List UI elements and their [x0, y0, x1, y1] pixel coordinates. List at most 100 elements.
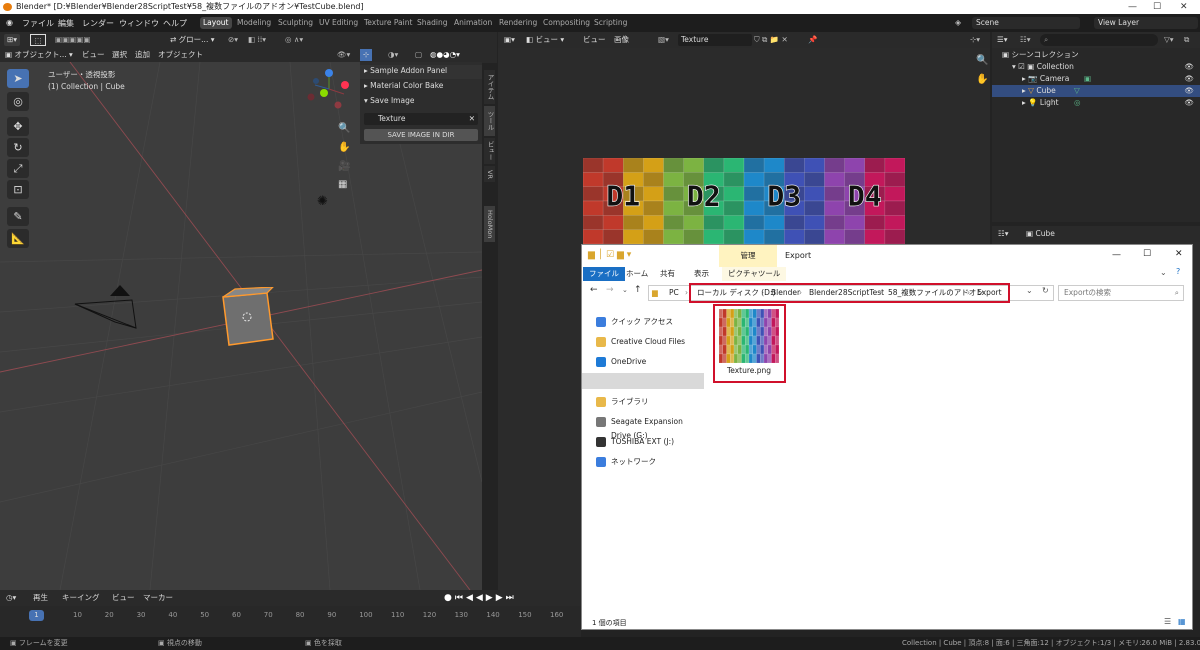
cube-object[interactable] — [215, 287, 280, 352]
help-icon[interactable]: ? — [1176, 267, 1180, 276]
scene-collection-row[interactable]: ▣ シーンコレクション — [992, 49, 1200, 61]
panel-sample-addon[interactable]: ▸ Sample Addon Panel — [364, 66, 447, 75]
menu-help[interactable]: ヘルプ — [163, 18, 187, 29]
rotate-tool-icon[interactable]: ↻ — [7, 138, 29, 157]
transform-orientation-dropdown[interactable]: ⇄ グロー... ▾ — [170, 34, 214, 46]
cursor-tool-icon[interactable]: ◎ — [7, 92, 29, 111]
move-tool-icon[interactable]: ✥ — [7, 117, 29, 136]
tab-uv-editing[interactable]: UV Editing — [316, 17, 361, 29]
explorer-close-button[interactable]: ✕ — [1175, 249, 1183, 259]
proportional-edit-icon[interactable]: ◎ ∧▾ — [285, 34, 303, 46]
ribbon-expand-icon[interactable]: ⌄ — [1160, 268, 1167, 277]
transform-tool-icon[interactable]: ⊡ — [7, 180, 29, 199]
menu-add[interactable]: 追加 — [135, 49, 150, 61]
zoom-icon[interactable]: 🔍 — [976, 55, 988, 66]
outliner-search-input[interactable]: ⌕ — [1040, 34, 1158, 46]
blender-menu-icon[interactable]: ◉ — [6, 18, 13, 27]
measure-tool-icon[interactable]: 📐 — [7, 229, 29, 248]
tab-animation[interactable]: Animation — [451, 17, 495, 29]
ribbon-tab-file[interactable]: ファイル — [583, 267, 625, 281]
outliner-row-light[interactable]: ▸ 💡 Light ◎ 👁 — [992, 97, 1200, 109]
playback-controls[interactable]: ●⏮◀◀▶▶⏭ — [444, 592, 517, 604]
clear-icon[interactable]: ✕ — [469, 113, 475, 125]
menu-file[interactable]: ファイル — [22, 18, 54, 29]
scene-selector[interactable]: Scene — [972, 17, 1080, 29]
zoom-icon[interactable]: 🔍 — [338, 123, 350, 134]
tab-vr[interactable]: VR — [484, 166, 495, 182]
pan-hand-icon[interactable]: ✋ — [338, 142, 350, 153]
explorer-maximize-button[interactable]: ☐ — [1143, 249, 1151, 259]
tab-holomon[interactable]: HoloMon — [484, 206, 495, 242]
shading-modes-icon[interactable]: ◍●◕◔▾ — [430, 49, 460, 61]
breadcrumb-scripttest[interactable]: Blender28ScriptTest — [809, 286, 884, 300]
recent-dropdown[interactable]: ⌄ — [622, 286, 628, 294]
tab-modeling[interactable]: Modeling — [234, 17, 274, 29]
tab-texture-paint[interactable]: Texture Paint — [361, 17, 415, 29]
editor-type-button[interactable]: ☰▾ — [997, 34, 1008, 46]
refresh-icon[interactable]: ↻ — [1042, 286, 1049, 295]
view-layer-selector[interactable]: View Layer — [1094, 17, 1198, 29]
sidebar-item-6[interactable]: TOSHIBA EXT (J:) — [595, 435, 705, 449]
panel-save-image[interactable]: ▾ Save Image — [364, 96, 414, 105]
filter-icon[interactable]: ▽▾ — [1164, 34, 1174, 46]
eye-icon[interactable]: 👁 — [1184, 73, 1194, 85]
tab-tool[interactable]: ツール — [484, 106, 495, 136]
new-collection-icon[interactable]: ⧉ — [1184, 34, 1189, 46]
editor-type-button[interactable]: ⊞▾ — [4, 34, 21, 46]
back-button[interactable]: ← — [590, 285, 598, 295]
tab-item[interactable]: アイテム — [484, 70, 495, 104]
ribbon-tab-share[interactable]: 共有 — [654, 267, 681, 281]
light-object[interactable]: ✺ — [317, 194, 328, 209]
outliner-row-cube[interactable]: ▸ ▽ Cube ▽ 👁 — [992, 85, 1200, 97]
display-mode-icon[interactable]: ☷▾ — [1020, 34, 1031, 46]
details-view-icon[interactable]: ☰ — [1164, 617, 1171, 626]
sidebar-item-7[interactable]: ネットワーク — [595, 455, 705, 469]
outliner-row-camera[interactable]: ▸ 📷 Camera ▣ 👁 — [992, 73, 1200, 85]
menu-view[interactable]: ビュー — [112, 592, 135, 604]
tab-rendering[interactable]: Rendering — [496, 17, 540, 29]
pivot-icon[interactable]: ⊘▾ — [228, 34, 238, 46]
mode-dropdown[interactable]: ◧ ビュー ▾ — [526, 34, 564, 46]
current-frame[interactable]: 1 — [29, 610, 44, 621]
menu-select[interactable]: 選択 — [112, 49, 127, 61]
visibility-icon[interactable]: 👁▾ — [337, 49, 350, 61]
select-mode-icons[interactable]: ▣▣▣▣▣ — [55, 34, 90, 46]
quick-access-toolbar-icons[interactable]: ▆ │ ☑ ▆ ▾ — [588, 250, 631, 260]
sidebar-item-5[interactable]: Seagate Expansion Drive (G:) — [595, 415, 705, 440]
menu-window[interactable]: ウィンドウ — [119, 18, 159, 29]
editor-type-button[interactable]: ▣▾ — [504, 34, 515, 46]
image-browse-icon[interactable]: ▧▾ — [658, 34, 669, 46]
tab-view[interactable]: ビュー — [484, 138, 495, 164]
maximize-button[interactable]: ☐ — [1153, 0, 1161, 14]
ribbon-tab-picture-tools[interactable]: ピクチャツール — [722, 267, 787, 281]
outliner-row-collection[interactable]: ▾ ☑ ▣ Collection 👁 — [992, 61, 1200, 73]
menu-object[interactable]: オブジェクト — [158, 49, 203, 61]
explorer-search-input[interactable]: Exportの検索 ⌕ — [1058, 285, 1184, 301]
editor-type-button[interactable]: ◷▾ — [6, 592, 16, 604]
eye-icon[interactable]: 👁 — [1184, 97, 1194, 109]
eye-icon[interactable]: 👁 — [1184, 61, 1194, 73]
save-image-button[interactable]: SAVE IMAGE IN DIR — [364, 129, 478, 141]
menu-playback[interactable]: 再生 — [33, 592, 48, 604]
perspective-grid-icon[interactable]: ▦ — [338, 179, 347, 190]
forward-button[interactable]: → — [606, 285, 614, 295]
explorer-minimize-button[interactable]: — — [1112, 250, 1121, 260]
tab-compositing[interactable]: Compositing — [540, 17, 593, 29]
annotate-tool-icon[interactable]: ✎ — [7, 207, 29, 226]
sidebar-item-1[interactable]: Creative Cloud Files — [595, 335, 705, 349]
object-mode-dropdown[interactable]: ▣ オブジェクト... ▾ — [5, 49, 73, 61]
ribbon-tab-view[interactable]: 表示 — [688, 267, 715, 281]
navigation-gizmo[interactable] — [302, 67, 354, 115]
menu-marker[interactable]: マーカー — [143, 592, 173, 604]
editor-type-button[interactable]: ☷▾ — [998, 228, 1009, 240]
tab-layout[interactable]: Layout — [200, 17, 232, 29]
panel-material-color-bake[interactable]: ▸ Material Color Bake — [364, 81, 443, 90]
close-button[interactable]: ✕ — [1180, 0, 1188, 14]
image-name-field[interactable]: Texture — [678, 34, 752, 46]
address-bar[interactable]: ▆ PC › ローカル ディスク (D:) › Blender › Blende… — [648, 283, 1054, 303]
breadcrumb-export[interactable]: Export — [977, 286, 1002, 300]
camera-view-icon[interactable]: 🎥 — [338, 161, 350, 172]
select-tool-button[interactable]: ➤ — [7, 69, 29, 88]
breadcrumb-pc[interactable]: PC — [669, 286, 679, 300]
ribbon-tab-home[interactable]: ホーム — [620, 267, 654, 281]
